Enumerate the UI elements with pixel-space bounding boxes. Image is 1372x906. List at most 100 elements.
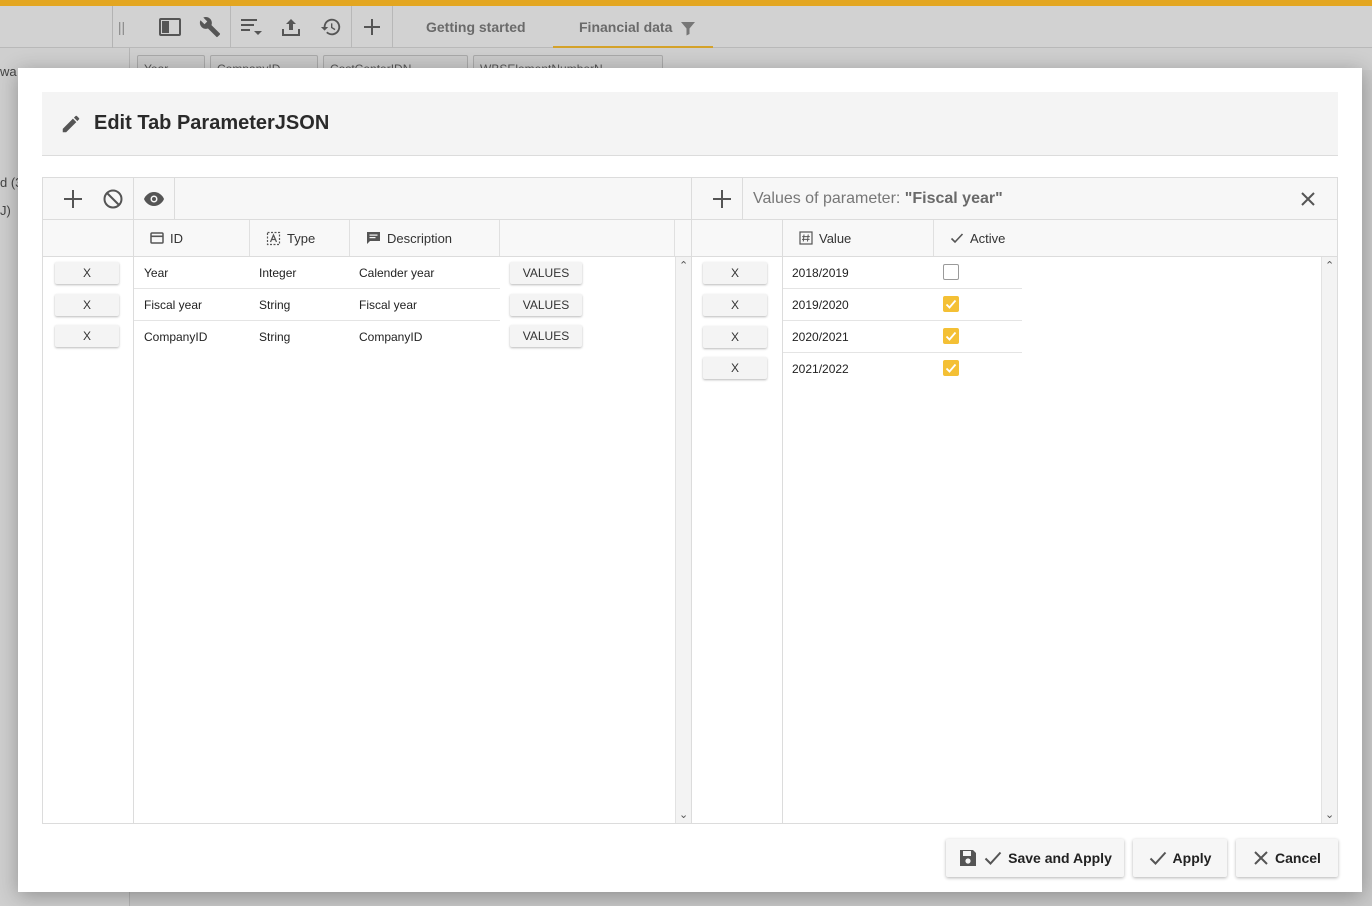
param-type-cell[interactable]: String — [259, 298, 290, 312]
add-value-button[interactable] — [702, 178, 742, 219]
row-action-header — [692, 220, 783, 256]
column-header-label: Type — [287, 230, 316, 246]
tab-label: Financial data — [579, 19, 673, 35]
row-divider — [783, 320, 1022, 321]
param-id-cell[interactable]: Year — [144, 266, 168, 280]
column-header-active[interactable]: Active — [934, 220, 1321, 256]
close-values-button[interactable] — [1288, 178, 1328, 219]
values-button[interactable]: VALUES — [510, 262, 582, 284]
value-cell[interactable]: 2018/2019 — [792, 266, 849, 280]
parameters-panel: ID Type Description X Year Integer Calen… — [42, 177, 692, 824]
column-header-description[interactable]: Description — [350, 220, 500, 256]
toolbar-divider — [174, 178, 175, 219]
column-divider — [782, 220, 783, 823]
delete-row-button[interactable]: X — [55, 294, 119, 316]
row-action-header — [43, 220, 134, 256]
delete-value-button[interactable]: X — [703, 262, 767, 284]
column-header-label: Description — [387, 230, 453, 246]
param-id-cell[interactable]: Fiscal year — [144, 298, 202, 312]
column-header-label: ID — [170, 230, 183, 246]
tab-financial-data[interactable]: Financial data — [553, 6, 713, 48]
row-divider — [134, 320, 500, 321]
preview-button[interactable] — [134, 178, 174, 219]
values-button[interactable]: VALUES — [510, 294, 582, 316]
button-label: Apply — [1172, 850, 1212, 866]
column-header-value[interactable]: Value — [783, 220, 934, 256]
parameters-header-row: ID Type Description — [43, 220, 691, 257]
column-header-label: Value — [819, 230, 852, 246]
plus-icon[interactable] — [352, 6, 392, 48]
delete-value-button[interactable]: X — [703, 294, 767, 316]
column-header-type[interactable]: Type — [250, 220, 350, 256]
check-icon — [945, 299, 957, 309]
history-icon[interactable] — [311, 6, 351, 48]
param-type-cell[interactable]: Integer — [259, 266, 296, 280]
filter-icon — [681, 22, 696, 36]
tab-getting-started[interactable]: Getting started — [426, 6, 526, 48]
column-divider — [133, 220, 134, 823]
delete-value-button[interactable]: X — [703, 326, 767, 348]
check-icon — [950, 233, 964, 244]
values-title-prefix: Values of parameter: — [753, 190, 905, 207]
chevron-down-icon[interactable]: ⌄ — [679, 808, 688, 821]
apply-button[interactable]: Apply — [1133, 839, 1227, 877]
plus-icon — [64, 189, 82, 208]
param-description-cell[interactable]: Calender year — [359, 266, 434, 280]
button-label: Cancel — [1275, 850, 1321, 866]
values-column-header — [500, 220, 675, 256]
column-header-label: Active — [970, 230, 1006, 246]
row-divider — [783, 352, 1022, 353]
filter-list-icon[interactable] — [231, 6, 271, 48]
values-header-row: Value Active — [692, 220, 1337, 257]
check-icon — [984, 851, 1002, 865]
panel-icon[interactable] — [150, 6, 190, 48]
value-cell[interactable]: 2021/2022 — [792, 362, 849, 376]
vertical-scrollbar[interactable]: ⌃ ⌄ — [675, 257, 691, 823]
dialog-header: Edit Tab ParameterJSON — [42, 92, 1338, 156]
active-checkbox[interactable] — [943, 328, 959, 344]
card-icon — [150, 232, 164, 244]
chevron-up-icon[interactable]: ⌃ — [1325, 259, 1334, 272]
sidebar-fragment[interactable]: wa — [0, 64, 17, 79]
values-title-param: "Fiscal year" — [904, 190, 1003, 207]
active-checkbox[interactable] — [943, 264, 959, 280]
chevron-down-icon[interactable]: ⌄ — [1325, 808, 1334, 821]
param-id-cell[interactable]: CompanyID — [144, 330, 207, 344]
value-cell[interactable]: 2019/2020 — [792, 298, 849, 312]
close-icon — [1301, 191, 1315, 206]
toolbar-divider — [392, 6, 393, 48]
add-parameter-button[interactable] — [53, 178, 93, 219]
eye-icon — [144, 191, 164, 206]
plus-icon — [713, 189, 731, 208]
block-icon — [103, 189, 123, 208]
text-type-icon — [266, 231, 281, 245]
vertical-scrollbar[interactable]: ⌃ ⌄ — [1321, 257, 1337, 823]
values-button[interactable]: VALUES — [510, 325, 582, 347]
param-description-cell[interactable]: Fiscal year — [359, 298, 417, 312]
wrench-icon[interactable] — [190, 6, 230, 48]
param-type-cell[interactable]: String — [259, 330, 290, 344]
active-checkbox[interactable] — [943, 296, 959, 312]
panel-resize-grip[interactable]: || — [112, 6, 130, 48]
values-panel-title: Values of parameter: "Fiscal year" — [753, 190, 1003, 208]
row-divider — [783, 288, 1022, 289]
save-and-apply-button[interactable]: Save and Apply — [946, 839, 1124, 877]
delete-row-button[interactable]: X — [55, 325, 119, 347]
sidebar-fragment[interactable]: J) — [0, 203, 11, 218]
disable-button[interactable] — [93, 178, 133, 219]
delete-row-button[interactable]: X — [55, 262, 119, 284]
row-divider — [134, 288, 500, 289]
chevron-up-icon[interactable]: ⌃ — [679, 259, 688, 272]
pencil-icon — [62, 115, 80, 132]
active-checkbox[interactable] — [943, 360, 959, 376]
close-icon — [1254, 851, 1268, 865]
param-description-cell[interactable]: CompanyID — [359, 330, 422, 344]
upload-icon[interactable] — [271, 6, 311, 48]
delete-value-button[interactable]: X — [703, 357, 767, 379]
cancel-button[interactable]: Cancel — [1236, 839, 1338, 877]
column-header-id[interactable]: ID — [134, 220, 250, 256]
number-icon — [799, 231, 813, 245]
edit-tab-dialog: Edit Tab ParameterJSON ID Type Descripti… — [18, 68, 1362, 892]
check-icon — [945, 331, 957, 341]
value-cell[interactable]: 2020/2021 — [792, 330, 849, 344]
